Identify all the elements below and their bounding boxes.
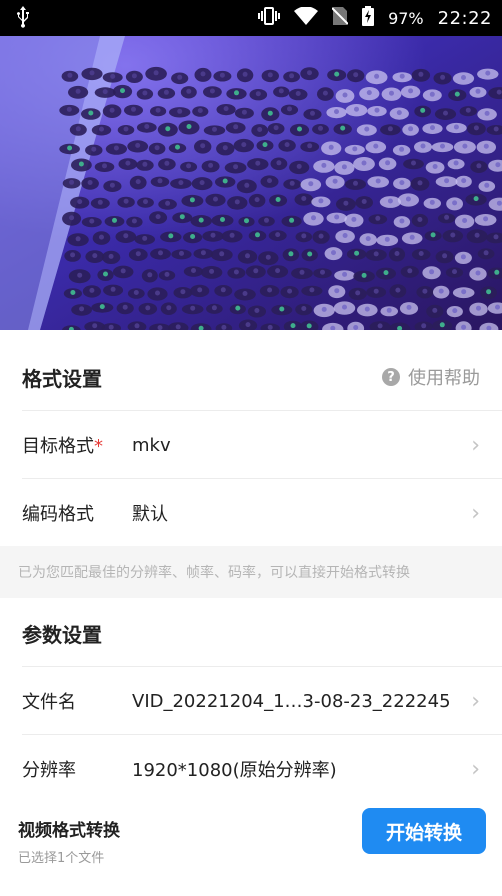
params-settings-title: 参数设置 xyxy=(22,622,102,647)
clock: 22:22 xyxy=(437,7,492,29)
codec-format-label: 编码格式 xyxy=(22,504,94,525)
conversion-title: 视频格式转换 xyxy=(18,821,120,841)
codec-format-row[interactable]: 编码格式 默认 › xyxy=(0,479,502,547)
usb-icon xyxy=(16,6,30,33)
chevron-right-icon: › xyxy=(471,500,480,526)
params-settings-header: 参数设置 xyxy=(0,598,502,668)
match-hint: 已为您匹配最佳的分辨率、帧率、码率，可以直接开始格式转换 xyxy=(0,546,502,598)
bottom-action-bar: 视频格式转换 已选择1个文件 开始转换 xyxy=(0,800,502,896)
no-sim-icon xyxy=(331,6,349,30)
help-link[interactable]: ? 使用帮助 xyxy=(382,364,480,390)
chevron-right-icon: › xyxy=(471,688,480,714)
video-preview[interactable] xyxy=(0,36,502,330)
battery-percent: 97% xyxy=(388,8,424,28)
question-icon: ? xyxy=(382,368,400,386)
start-conversion-button[interactable]: 开始转换 xyxy=(362,808,486,854)
required-mark: * xyxy=(94,436,103,457)
wifi-icon xyxy=(294,6,319,29)
selected-count: 已选择1个文件 xyxy=(18,851,105,866)
resolution-label: 分辨率 xyxy=(22,760,76,781)
filename-row[interactable]: 文件名 VID_20221204_1…3-08-23_222245 › xyxy=(0,667,502,735)
format-settings-title: 格式设置 xyxy=(22,366,102,391)
target-format-value: mkv xyxy=(132,434,171,456)
resolution-row[interactable]: 分辨率 1920*1080(原始分辨率) › xyxy=(0,735,502,803)
chevron-right-icon: › xyxy=(471,756,480,782)
status-bar: 97% 22:22 xyxy=(0,0,502,36)
target-format-label-wrap: 目标格式* xyxy=(22,432,132,458)
target-format-label: 目标格式 xyxy=(22,436,94,457)
resolution-value: 1920*1080(原始分辨率) xyxy=(132,760,337,781)
vibrate-icon xyxy=(258,7,281,29)
filename-label: 文件名 xyxy=(22,692,76,713)
target-format-row[interactable]: 目标格式* mkv › xyxy=(0,411,502,479)
help-label: 使用帮助 xyxy=(408,368,480,389)
codec-format-value: 默认 xyxy=(132,504,168,525)
filename-value: VID_20221204_1…3-08-23_222245 xyxy=(132,690,451,712)
format-settings-header: 格式设置 ? 使用帮助 xyxy=(0,342,502,412)
chevron-right-icon: › xyxy=(471,432,480,458)
battery-charging-icon xyxy=(362,6,375,30)
